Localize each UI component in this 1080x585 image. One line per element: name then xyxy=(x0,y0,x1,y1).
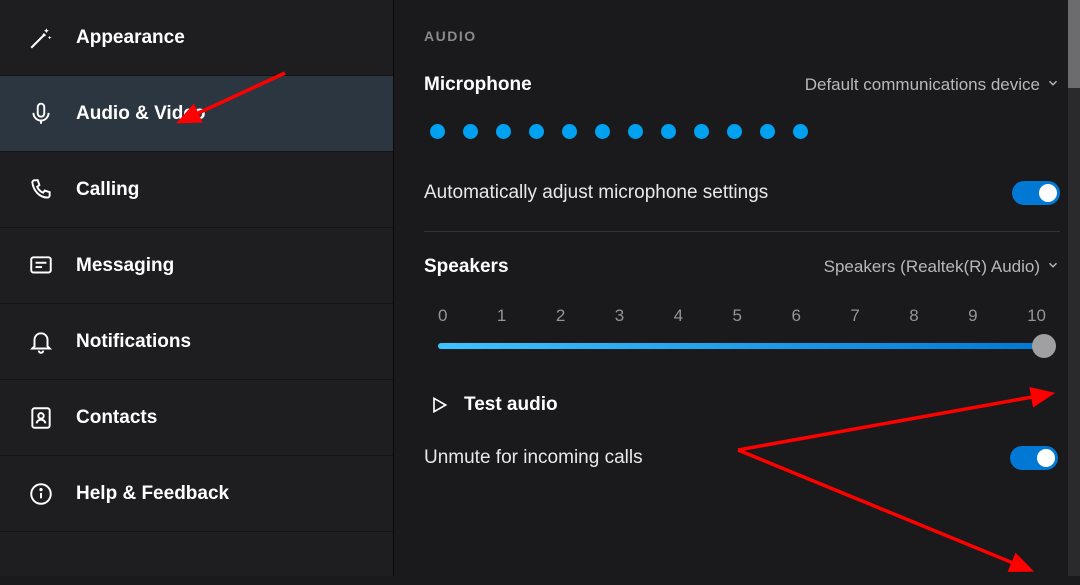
scale-tick: 7 xyxy=(850,306,859,326)
phone-icon xyxy=(26,175,56,205)
sidebar-item-label: Contacts xyxy=(76,407,157,429)
toggle-knob xyxy=(1039,184,1057,202)
speakers-row: Speakers Speakers (Realtek(R) Audio) xyxy=(424,256,1060,278)
level-dot xyxy=(628,124,643,139)
sidebar-item-label: Appearance xyxy=(76,27,185,49)
auto-adjust-label: Automatically adjust microphone settings xyxy=(424,182,768,204)
sidebar-item-help-feedback[interactable]: Help & Feedback xyxy=(0,456,393,532)
unmute-incoming-toggle[interactable] xyxy=(1010,446,1058,470)
test-audio-label: Test audio xyxy=(464,394,558,416)
level-dot xyxy=(793,124,808,139)
sidebar-item-label: Messaging xyxy=(76,255,174,277)
level-dot xyxy=(694,124,709,139)
message-icon xyxy=(26,251,56,281)
scale-tick: 1 xyxy=(497,306,506,326)
wand-icon xyxy=(26,23,56,53)
slider-handle[interactable] xyxy=(1032,334,1056,358)
sidebar-item-label: Help & Feedback xyxy=(76,483,229,505)
scale-tick: 9 xyxy=(968,306,977,326)
level-dot xyxy=(463,124,478,139)
sidebar-item-label: Calling xyxy=(76,179,139,201)
auto-adjust-row: Automatically adjust microphone settings xyxy=(424,173,1060,227)
contacts-icon xyxy=(26,403,56,433)
divider xyxy=(424,231,1060,232)
unmute-incoming-row: Unmute for incoming calls xyxy=(424,446,1060,470)
level-dot xyxy=(727,124,742,139)
level-dot xyxy=(760,124,775,139)
toggle-knob xyxy=(1037,449,1055,467)
scale-tick: 8 xyxy=(909,306,918,326)
microphone-title: Microphone xyxy=(424,74,532,96)
slider-track xyxy=(438,343,1046,349)
settings-sidebar: Appearance Audio & Video Calling Messagi… xyxy=(0,0,394,576)
level-dot xyxy=(562,124,577,139)
info-icon xyxy=(26,479,56,509)
scale-tick: 0 xyxy=(438,306,447,326)
scale-tick: 4 xyxy=(674,306,683,326)
play-icon xyxy=(428,394,450,416)
audio-settings-panel: AUDIO Microphone Default communications … xyxy=(394,0,1080,576)
level-dot xyxy=(529,124,544,139)
sidebar-item-audio-video[interactable]: Audio & Video xyxy=(0,76,393,152)
sidebar-item-messaging[interactable]: Messaging xyxy=(0,228,393,304)
sidebar-item-label: Audio & Video xyxy=(76,103,205,125)
level-dot xyxy=(496,124,511,139)
speakers-volume-slider[interactable] xyxy=(438,334,1046,358)
microphone-device-dropdown[interactable]: Default communications device xyxy=(805,75,1060,95)
sidebar-item-contacts[interactable]: Contacts xyxy=(0,380,393,456)
scale-tick: 3 xyxy=(615,306,624,326)
microphone-icon xyxy=(26,99,56,129)
speakers-title: Speakers xyxy=(424,256,509,278)
sidebar-item-notifications[interactable]: Notifications xyxy=(0,304,393,380)
sidebar-item-appearance[interactable]: Appearance xyxy=(0,0,393,76)
section-header-audio: AUDIO xyxy=(424,28,1060,44)
speakers-device-label: Speakers (Realtek(R) Audio) xyxy=(824,257,1040,277)
level-dot xyxy=(430,124,445,139)
microphone-level-meter xyxy=(430,124,1060,139)
test-audio-button[interactable]: Test audio xyxy=(428,394,1060,416)
scale-tick: 10 xyxy=(1027,306,1046,326)
sidebar-item-label: Notifications xyxy=(76,331,191,353)
microphone-row: Microphone Default communications device xyxy=(424,74,1060,96)
bell-icon xyxy=(26,327,56,357)
sidebar-item-calling[interactable]: Calling xyxy=(0,152,393,228)
vertical-scrollbar[interactable] xyxy=(1068,0,1080,576)
speakers-volume-scale: 0 1 2 3 4 5 6 7 8 9 10 xyxy=(438,306,1046,326)
chevron-down-icon xyxy=(1046,75,1060,95)
scroll-thumb[interactable] xyxy=(1068,0,1080,88)
auto-adjust-toggle[interactable] xyxy=(1012,181,1060,205)
level-dot xyxy=(595,124,610,139)
scale-tick: 6 xyxy=(791,306,800,326)
scale-tick: 5 xyxy=(733,306,742,326)
chevron-down-icon xyxy=(1046,257,1060,277)
speakers-device-dropdown[interactable]: Speakers (Realtek(R) Audio) xyxy=(824,257,1060,277)
unmute-incoming-label: Unmute for incoming calls xyxy=(424,447,643,469)
scale-tick: 2 xyxy=(556,306,565,326)
level-dot xyxy=(661,124,676,139)
microphone-device-label: Default communications device xyxy=(805,75,1040,95)
